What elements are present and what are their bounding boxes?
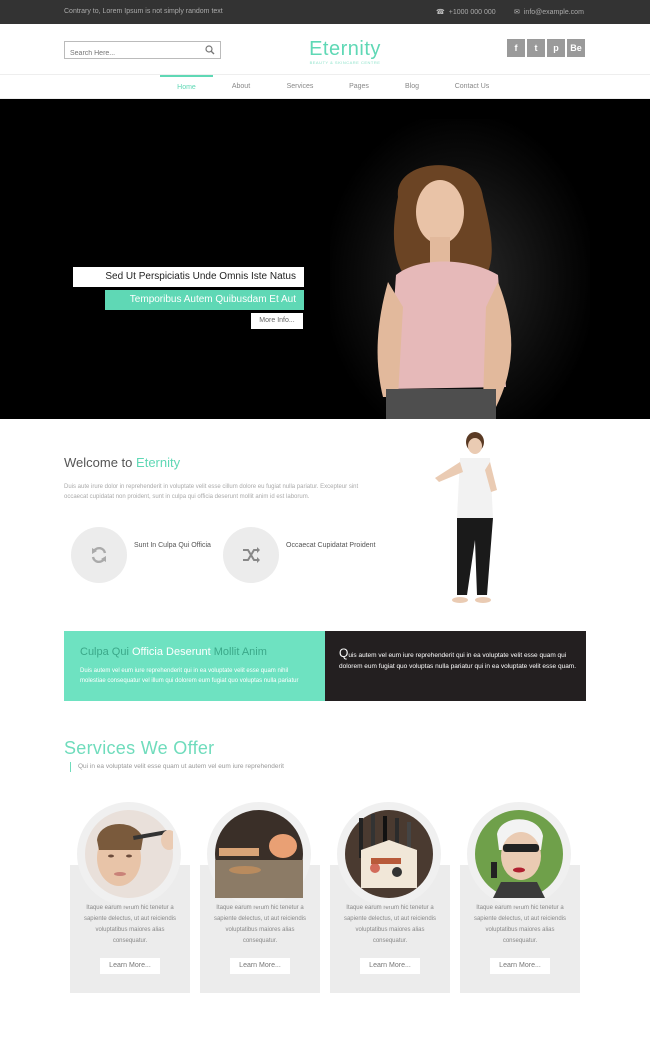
service-image-cosmetics [215, 810, 303, 898]
welcome-text: Duis aute irure dolor in reprehenderit i… [64, 484, 359, 500]
feature-label-1: Sunt In Culpa Qui Officia [134, 542, 211, 549]
shuffle-icon [243, 547, 260, 563]
phone-number: +1000 000 000 [448, 9, 496, 16]
service-image-frame-3 [337, 802, 441, 906]
hero-caption-primary: Sed Ut Perspiciatis Unde Omnis Iste Natu… [73, 267, 304, 287]
hero-slider: Sed Ut Perspiciatis Unde Omnis Iste Natu… [0, 99, 650, 419]
learn-more-button[interactable]: Learn More... [490, 958, 550, 974]
feature-circle-1 [71, 527, 127, 583]
banner-title-part-2: Officia Deserunt [131, 646, 211, 658]
facebook-icon[interactable]: f [507, 39, 525, 57]
search-icon[interactable] [205, 45, 215, 55]
top-bar-email[interactable]: ✉ info@example.com [514, 8, 584, 16]
search-input[interactable] [65, 45, 195, 62]
nav-item-pages[interactable]: Pages [342, 75, 376, 99]
banner-right-text: Quis autem vel eum iure reprehenderit qu… [339, 646, 579, 672]
nav-item-about[interactable]: About [222, 75, 260, 99]
search-box[interactable] [64, 41, 221, 62]
nav-item-home[interactable]: Home [160, 75, 213, 99]
nav-item-blog[interactable]: Blog [397, 75, 427, 99]
banner-left-text: Duis autem vel eum iure reprehenderit qu… [80, 668, 299, 684]
behance-icon[interactable]: Be [567, 39, 585, 57]
services-subheading: Qui in ea voluptate velit esse quam ut a… [70, 762, 284, 772]
service-image-brush-set [345, 810, 433, 898]
welcome-heading: Welcome to Eternity [64, 455, 180, 470]
welcome-heading-accent: Eternity [136, 455, 181, 470]
hero-model-image [377, 165, 512, 419]
welcome-model-image [435, 432, 497, 603]
service-image-frame-2 [207, 802, 311, 906]
banner-title-part-1: Culpa Qui [80, 646, 129, 658]
service-image-lipstick [475, 810, 563, 898]
service-image-frame-1 [77, 802, 181, 906]
service-card-text: Itaque earum rerum hic tenetur a sapient… [213, 905, 307, 944]
top-bar-phone: ☎ +1000 000 000 [436, 8, 496, 16]
nav-item-contact[interactable]: Contact Us [447, 75, 497, 99]
learn-more-button[interactable]: Learn More... [360, 958, 420, 974]
feature-circle-2 [223, 527, 279, 583]
service-image-makeup-brush [85, 810, 173, 898]
mail-icon: ✉ [514, 9, 520, 16]
service-card-text: Itaque earum rerum hic tenetur a sapient… [343, 905, 437, 944]
site-logo[interactable]: Eternity BEAUTY & SKINCARE CENTRE [295, 38, 395, 65]
banner-quote: Quis autem vel eum iure reprehenderit qu… [325, 631, 586, 701]
service-card-text: Itaque earum rerum hic tenetur a sapient… [83, 905, 177, 944]
main-nav: Home About Services Pages Blog Contact U… [0, 74, 650, 99]
services-heading: Services We Offer [64, 738, 215, 758]
banner-drop-cap: Q [339, 646, 349, 660]
banner-highlight: Culpa Qui Officia Deserunt Mollit Anim D… [64, 631, 325, 701]
service-image-frame-4 [467, 802, 571, 906]
top-bar: Contrary to, Lorem Ipsum is not simply r… [0, 0, 650, 24]
pinterest-icon[interactable]: p [547, 39, 565, 57]
email-address[interactable]: info@example.com [524, 9, 584, 16]
feature-label-2: Occaecat Cupidatat Proident [286, 542, 376, 549]
phone-icon: ☎ [436, 9, 445, 16]
welcome-heading-prefix: Welcome to [64, 455, 133, 470]
hero-caption-secondary: Temporibus Autem Quibusdam Et Aut [105, 290, 304, 310]
nav-item-services[interactable]: Services [278, 75, 322, 99]
banner-right-body: uis autem vel eum iure reprehenderit qui… [339, 652, 577, 670]
refresh-icon [91, 546, 107, 564]
banner-title-part-3: Mollit Anim [213, 646, 267, 658]
top-bar-tagline: Contrary to, Lorem Ipsum is not simply r… [64, 8, 223, 15]
twitter-icon[interactable]: t [527, 39, 545, 57]
service-card-text: Itaque earum rerum hic tenetur a sapient… [473, 905, 567, 944]
logo-name[interactable]: Eternity [295, 38, 395, 60]
learn-more-button[interactable]: Learn More... [230, 958, 290, 974]
logo-tagline: BEAUTY & SKINCARE CENTRE [309, 60, 381, 65]
hero-more-info-button[interactable]: More Info... [251, 313, 303, 329]
learn-more-button[interactable]: Learn More... [100, 958, 160, 974]
banner-title: Culpa Qui Officia Deserunt Mollit Anim [80, 646, 267, 658]
